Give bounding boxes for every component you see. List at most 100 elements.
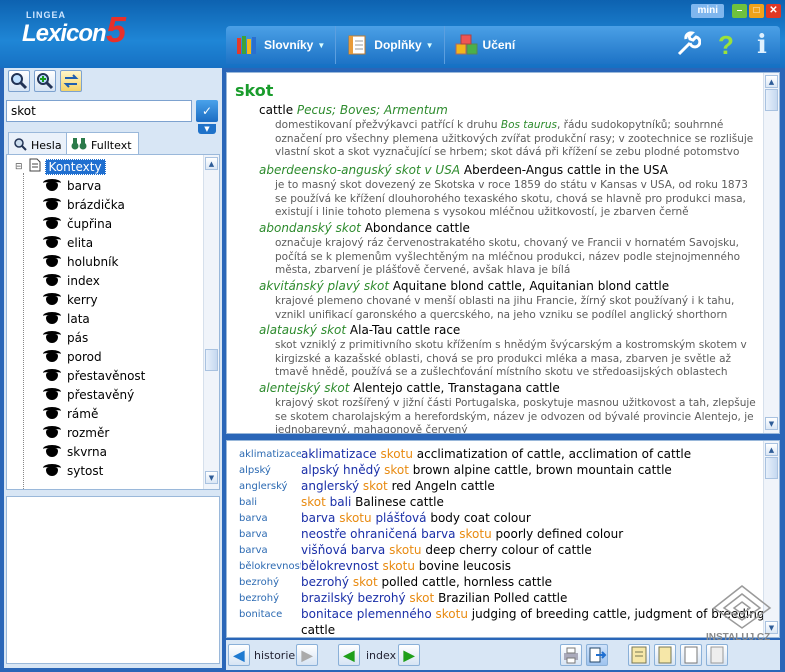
scroll-thumb[interactable] xyxy=(205,349,218,371)
sense-heading: aberdeensko-anguský skot v USA Aberdeen-… xyxy=(259,163,668,177)
scroll-up-arrow[interactable]: ▲ xyxy=(205,157,218,170)
zoom-in-button[interactable] xyxy=(34,70,56,92)
tree-scrollbar[interactable]: ▲ ▼ xyxy=(203,155,219,489)
menu-doplnky[interactable]: Doplňky ▼ xyxy=(336,26,445,64)
sense-definition: označuje krajový ráz červenostrakatého s… xyxy=(275,237,763,278)
result-text: neostře ohraničená barva skotu poorly de… xyxy=(301,527,623,543)
tree-item-label: rámě xyxy=(67,406,99,421)
view-mode-1-button[interactable] xyxy=(628,644,650,666)
tree-item[interactable]: pás xyxy=(43,328,88,347)
tree-item[interactable]: brázdička xyxy=(43,195,125,214)
result-term-part: bělokrevnost xyxy=(301,559,383,573)
result-row[interactable]: anglerský anglerský skot red Angeln cattl… xyxy=(227,479,495,495)
view-mode-3-button[interactable] xyxy=(680,644,702,666)
tree-item[interactable]: porod xyxy=(43,347,102,366)
menu-uceni-label: Učení xyxy=(482,38,516,52)
tree-item[interactable]: rámě xyxy=(43,404,98,423)
result-translation: bovine leucosis xyxy=(418,559,512,573)
menu-slovniky[interactable]: Slovníky ▼ xyxy=(226,26,337,64)
tree-item[interactable]: lata xyxy=(43,309,90,328)
result-row[interactable]: barva višňová barva skotu deep cherry col… xyxy=(227,543,592,559)
history-forward-button[interactable]: ▶ xyxy=(296,644,318,666)
mini-mode-button[interactable]: mini xyxy=(691,4,724,18)
scroll-up-arrow[interactable]: ▲ xyxy=(765,443,778,456)
scroll-thumb[interactable] xyxy=(765,89,778,111)
result-translation: Brazilian Polled cattle xyxy=(438,591,568,605)
definition-text: skot vzniklý z primitivního skotu křížen… xyxy=(275,339,747,378)
result-translation: body coat colour xyxy=(430,511,531,525)
minimize-button[interactable]: – xyxy=(732,4,747,18)
search-input[interactable] xyxy=(6,100,192,122)
entry-pane: skot cattle Pecus; Boves; Armentum domest… xyxy=(226,72,780,434)
result-translation: red Angeln cattle xyxy=(391,479,495,493)
collapse-icon[interactable]: ⊟ xyxy=(15,162,23,172)
info-icon[interactable]: i xyxy=(748,30,776,60)
tree-item[interactable]: barva xyxy=(43,176,101,195)
sense-definition: je to masný skot dovezený ze Skotska v r… xyxy=(275,179,763,220)
result-row[interactable]: barva neostře ohraničená barva skotu poor… xyxy=(227,527,623,543)
result-row[interactable]: barva barva skotu plášťová body coat colo… xyxy=(227,511,531,527)
index-back-button[interactable]: ◀ xyxy=(338,644,360,666)
result-row[interactable]: aklimatizace aklimatizace skotu acclimati… xyxy=(227,447,691,463)
result-row[interactable]: bonitace bonitace plemenného skotu judgin… xyxy=(227,607,764,623)
tree-item[interactable]: skvrna xyxy=(43,442,107,461)
scroll-up-arrow[interactable]: ▲ xyxy=(765,75,778,88)
result-row[interactable]: bezrohý bezrohý skot polled cattle, hornl… xyxy=(227,575,552,591)
lexicon-logo: LINGEA Lexicon 5 xyxy=(22,10,132,56)
tree-item[interactable]: kerry xyxy=(43,290,98,309)
tree-item-label: přestavěnost xyxy=(67,368,146,383)
cattle-icon xyxy=(43,273,61,288)
tree-item[interactable]: elita xyxy=(43,233,93,252)
tree-item[interactable]: přestavěný xyxy=(43,385,134,404)
scroll-down-arrow[interactable]: ▼ xyxy=(205,471,218,484)
search-tool-button[interactable] xyxy=(8,70,30,92)
result-text: barva skotu plášťová body coat colour xyxy=(301,511,531,527)
result-translation: Balinese cattle xyxy=(355,495,444,509)
tree-item-label: barva xyxy=(67,178,102,193)
search-history-dropdown[interactable]: ▼ xyxy=(198,124,216,134)
tab-fulltext[interactable]: Fulltext xyxy=(66,132,139,155)
tree-item-label: porod xyxy=(67,349,102,364)
scroll-thumb[interactable] xyxy=(765,457,778,479)
entry-scrollbar[interactable]: ▲ ▼ xyxy=(763,73,779,433)
tree-item[interactable]: rozměr xyxy=(43,423,109,442)
export-button[interactable] xyxy=(586,644,608,666)
definition-text: označuje krajový ráz červenostrakatého s… xyxy=(275,237,741,276)
wrench-icon[interactable] xyxy=(674,30,702,60)
swap-direction-button[interactable] xyxy=(60,70,82,92)
search-confirm-button[interactable]: ✓ xyxy=(196,100,218,122)
definition-text: domestikovaní přežvýkavci patřící k druh… xyxy=(275,119,501,131)
history-back-button[interactable]: ◀ xyxy=(228,644,250,666)
tree-item[interactable]: holubník xyxy=(43,252,118,271)
result-row[interactable]: cattle xyxy=(227,623,335,637)
print-button[interactable] xyxy=(560,644,582,666)
tab-fulltext-label: Fulltext xyxy=(91,139,132,152)
result-keyword: alpský xyxy=(239,465,271,476)
tree-item[interactable]: index xyxy=(43,271,100,290)
result-term-part: bonitace plemenného xyxy=(301,607,436,621)
tree-item[interactable]: sytost xyxy=(43,461,103,480)
tree-item-label: rozměr xyxy=(67,425,110,440)
cattle-icon xyxy=(43,463,61,478)
window-controls: mini – □ ✕ xyxy=(691,4,781,18)
tab-hesla[interactable]: Hesla xyxy=(8,132,69,154)
books-icon xyxy=(236,34,258,56)
close-button[interactable]: ✕ xyxy=(766,4,781,18)
index-forward-button[interactable]: ▶ xyxy=(398,644,420,666)
tree-item[interactable]: čupřina xyxy=(43,214,112,233)
maximize-button[interactable]: □ xyxy=(749,4,764,18)
tree-root[interactable]: ⊟ Kontexty xyxy=(15,157,106,176)
cattle-icon xyxy=(43,349,61,364)
tree-item[interactable]: přestavěnost xyxy=(43,366,145,385)
help-icon[interactable]: ? xyxy=(712,30,740,60)
menu-uceni[interactable]: Učení xyxy=(445,26,526,64)
result-row[interactable]: bali skot bali Balinese cattle xyxy=(227,495,444,511)
result-row[interactable]: bělokrevnost bělokrevnost skotu bovine le… xyxy=(227,559,511,575)
status-bar: ◀ historie ▶ ◀ index ▶ xyxy=(226,640,780,670)
result-row[interactable]: bezrohý brazilský bezrohý skot Brazilian … xyxy=(227,591,567,607)
result-row[interactable]: alpský alpský hnědý skot brown alpine cat… xyxy=(227,463,672,479)
result-keyword: bělokrevnost xyxy=(239,561,301,572)
scroll-down-arrow[interactable]: ▼ xyxy=(765,417,778,430)
view-mode-2-button[interactable] xyxy=(654,644,676,666)
result-text: aklimatizace skotu acclimatization of ca… xyxy=(301,447,691,463)
